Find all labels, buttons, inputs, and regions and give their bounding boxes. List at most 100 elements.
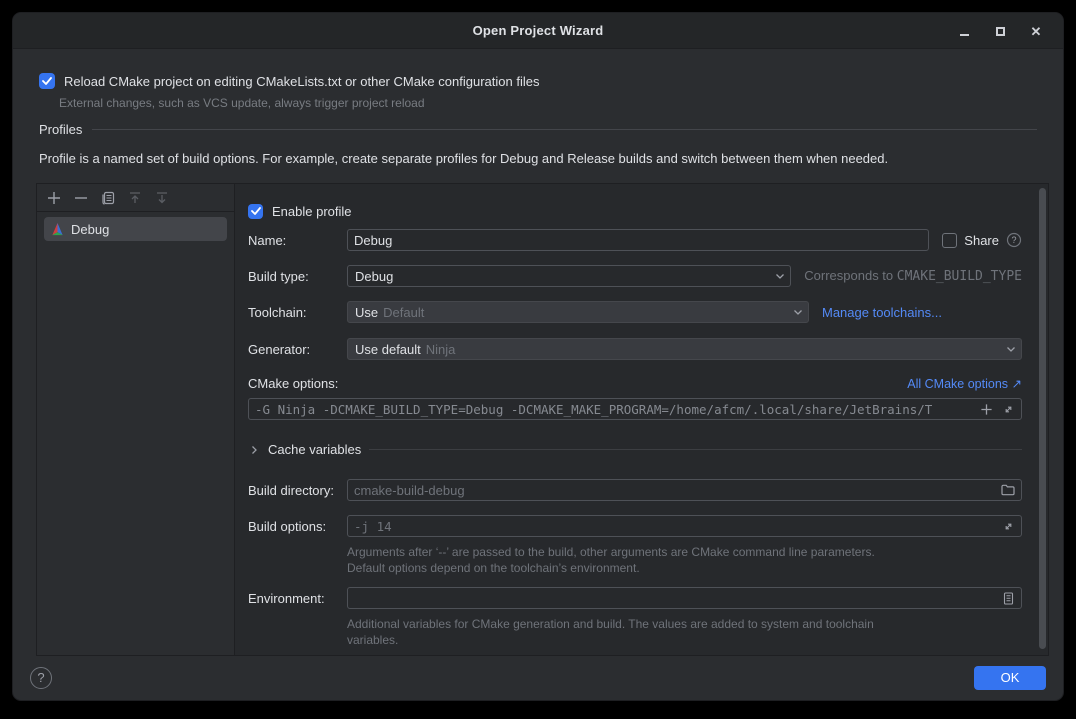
build-directory-label: Build directory: xyxy=(248,483,347,498)
profiles-separator xyxy=(92,129,1037,130)
toolchain-row: Toolchain: Use Default Manage toolchains… xyxy=(248,301,1022,323)
expand-icon xyxy=(1002,520,1015,533)
name-row: Name: Share ? xyxy=(248,229,1022,251)
close-button[interactable]: ✕ xyxy=(1025,20,1047,42)
enable-profile-label: Enable profile xyxy=(272,204,352,219)
cache-variables-toggle[interactable]: Cache variables xyxy=(248,442,1022,457)
environment-label: Environment: xyxy=(248,591,347,606)
open-project-wizard-dialog: Open Project Wizard ✕ Reload CMake proje… xyxy=(12,12,1064,701)
generator-row: Generator: Use default Ninja xyxy=(248,338,1022,360)
folder-icon xyxy=(1001,484,1015,496)
environment-input[interactable] xyxy=(347,587,1022,609)
expand-build-options-button[interactable] xyxy=(999,517,1017,535)
share-label: Share xyxy=(964,233,999,248)
all-cmake-options-link[interactable]: All CMake options ↗ xyxy=(907,376,1022,391)
vertical-scrollbar[interactable] xyxy=(1039,188,1046,649)
share-help-icon[interactable]: ? xyxy=(1006,232,1022,248)
check-icon xyxy=(42,77,52,85)
chevron-down-icon xyxy=(792,306,804,318)
build-type-select[interactable]: Debug xyxy=(347,265,791,287)
build-options-input[interactable] xyxy=(347,515,1022,537)
add-option-button[interactable] xyxy=(977,400,995,418)
toolchain-value-prefix: Use xyxy=(355,305,378,320)
profile-item-label: Debug xyxy=(71,222,109,237)
build-options-hint: Arguments after ‘--’ are passed to the b… xyxy=(347,544,875,576)
build-directory-row: Build directory: xyxy=(248,479,1022,501)
ok-button[interactable]: OK xyxy=(974,666,1046,690)
plus-icon xyxy=(47,191,61,205)
svg-text:?: ? xyxy=(1011,235,1016,245)
help-icon: ? xyxy=(37,670,44,685)
environment-variables-button[interactable] xyxy=(999,589,1017,607)
arrow-up-icon xyxy=(128,191,142,205)
name-input[interactable] xyxy=(347,229,929,251)
add-profile-button[interactable] xyxy=(46,190,62,206)
profiles-panel: Debug Enable profile Name: Share ? xyxy=(36,183,1049,656)
titlebar[interactable]: Open Project Wizard ✕ xyxy=(13,13,1063,49)
dialog-footer: ? OK xyxy=(13,655,1063,700)
copy-icon xyxy=(101,191,115,205)
cmake-options-input[interactable] xyxy=(248,398,1022,420)
cmake-icon xyxy=(50,222,65,237)
profile-list-panel: Debug xyxy=(37,184,235,655)
minus-icon xyxy=(74,191,88,205)
build-directory-input[interactable] xyxy=(347,479,1022,501)
cache-variables-separator xyxy=(369,449,1022,450)
minimize-icon xyxy=(960,34,969,36)
build-type-row: Build type: Debug Corresponds to CMAKE_B… xyxy=(248,265,1022,287)
toolchain-value: Default xyxy=(383,305,424,320)
environment-hint: Additional variables for CMake generatio… xyxy=(347,616,909,648)
reload-cmake-checkbox[interactable] xyxy=(39,73,55,89)
name-label: Name: xyxy=(248,233,347,248)
external-link-icon: ↗ xyxy=(1012,377,1022,391)
chevron-down-icon xyxy=(1005,343,1017,355)
maximize-icon xyxy=(996,27,1005,36)
window-controls: ✕ xyxy=(953,13,1047,49)
check-icon xyxy=(251,207,261,215)
build-type-note: Corresponds to CMAKE_BUILD_TYPE xyxy=(804,268,1022,284)
browse-folder-button[interactable] xyxy=(999,481,1017,499)
generator-value: Ninja xyxy=(426,342,456,357)
share-checkbox[interactable] xyxy=(942,233,957,248)
move-down-button[interactable] xyxy=(154,190,170,206)
chevron-right-icon xyxy=(248,444,260,456)
close-icon: ✕ xyxy=(1031,25,1042,38)
chevron-down-icon xyxy=(774,270,786,282)
expand-icon xyxy=(1002,403,1015,416)
cmake-build-type-code: CMAKE_BUILD_TYPE xyxy=(897,269,1022,284)
enable-profile-row: Enable profile xyxy=(248,200,1022,222)
cmake-options-header: CMake options: All CMake options ↗ xyxy=(248,374,1022,392)
cmake-options-row xyxy=(248,398,1022,420)
build-options-label: Build options: xyxy=(248,519,347,534)
profile-list: Debug xyxy=(37,212,234,655)
minimize-button[interactable] xyxy=(953,20,975,42)
maximize-button[interactable] xyxy=(989,20,1011,42)
environment-row: Environment: xyxy=(248,587,1022,609)
profiles-description: Profile is a named set of build options.… xyxy=(39,151,1037,166)
profiles-section-header: Profiles xyxy=(39,122,1037,137)
help-button[interactable]: ? xyxy=(30,667,52,689)
build-type-label: Build type: xyxy=(248,269,347,284)
generator-value-prefix: Use default xyxy=(355,342,421,357)
generator-select[interactable]: Use default Ninja xyxy=(347,338,1022,360)
expand-options-button[interactable] xyxy=(999,400,1017,418)
toolchain-select[interactable]: Use Default xyxy=(347,301,809,323)
plus-icon xyxy=(980,403,993,416)
profile-list-toolbar xyxy=(37,184,234,212)
enable-profile-checkbox[interactable] xyxy=(248,204,263,219)
arrow-down-icon xyxy=(155,191,169,205)
build-options-row: Build options: xyxy=(248,515,1022,537)
profile-list-item-debug[interactable]: Debug xyxy=(44,217,227,241)
move-up-button[interactable] xyxy=(127,190,143,206)
manage-toolchains-link[interactable]: Manage toolchains... xyxy=(822,305,942,320)
cache-variables-label: Cache variables xyxy=(268,442,361,457)
build-type-value: Debug xyxy=(355,269,393,284)
profile-settings-panel: Enable profile Name: Share ? Build type:… xyxy=(235,184,1048,655)
cmake-options-label: CMake options: xyxy=(248,376,338,391)
remove-profile-button[interactable] xyxy=(73,190,89,206)
reload-cmake-row: Reload CMake project on editing CMakeLis… xyxy=(39,73,539,89)
profiles-title: Profiles xyxy=(39,122,82,137)
generator-label: Generator: xyxy=(248,342,347,357)
variables-list-icon xyxy=(1003,592,1014,605)
copy-profile-button[interactable] xyxy=(100,190,116,206)
